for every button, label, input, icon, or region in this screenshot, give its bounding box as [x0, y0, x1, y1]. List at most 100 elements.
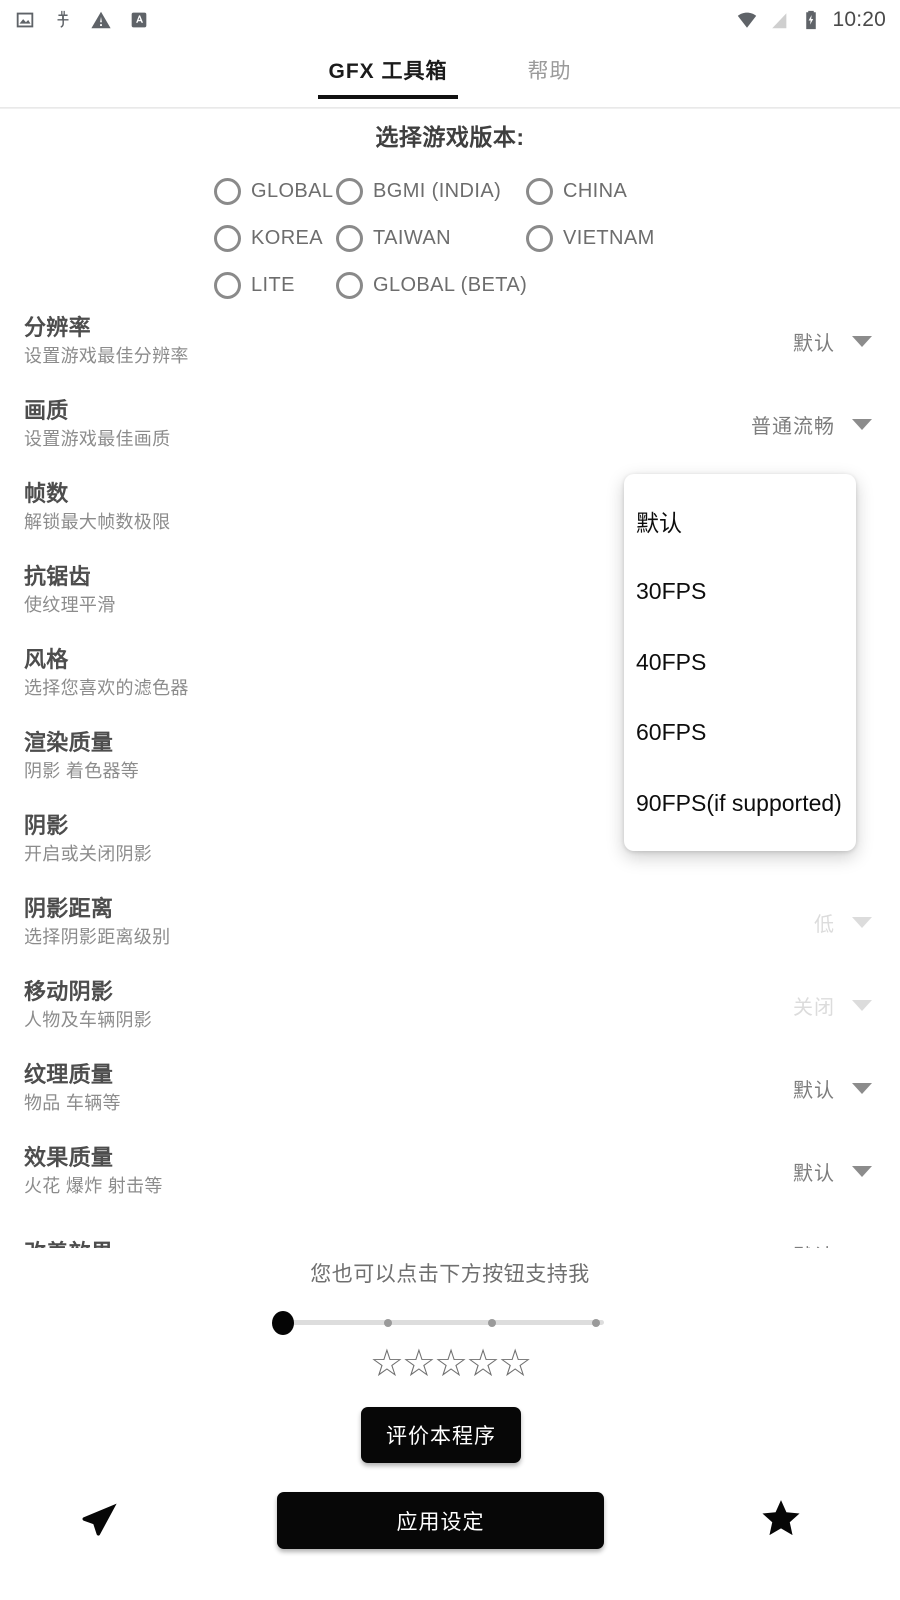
- radio-label: GLOBAL (BETA): [373, 274, 528, 296]
- translate-icon: [128, 9, 150, 31]
- setting-title: 效果质量: [24, 1144, 114, 1170]
- star-icon[interactable]: [760, 1497, 802, 1539]
- version-radio-grid: GLOBAL BGMI (INDIA) CHINA KOREA TAIWAN V…: [0, 168, 900, 309]
- version-radio-row: GLOBAL BGMI (INDIA) CHINA: [0, 168, 900, 215]
- version-selector: 选择游戏版本: GLOBAL BGMI (INDIA) CHINA KOREA …: [0, 118, 900, 309]
- dropdown-item-60fps[interactable]: 60FPS: [624, 698, 856, 769]
- setting-row-resolution[interactable]: 分辨率 设置游戏最佳分辨率 默认: [0, 300, 900, 383]
- setting-row-texture-quality[interactable]: 纹理质量 物品 车辆等 默认: [0, 1047, 900, 1130]
- setting-texts: 画质 设置游戏最佳画质: [24, 398, 751, 451]
- setting-texts: 分辨率 设置游戏最佳分辨率: [24, 315, 793, 368]
- setting-subtitle: 设置游戏最佳画质: [24, 428, 171, 449]
- radio-circle-icon: [526, 178, 553, 205]
- spinner-value: 关闭: [793, 997, 835, 1019]
- spinner-value: 普通流畅: [751, 416, 835, 438]
- star-rating[interactable]: ☆☆☆☆☆: [0, 1345, 900, 1383]
- radio-circle-icon: [526, 225, 553, 252]
- setting-texts: 效果质量 火花 爆炸 射击等: [24, 1145, 793, 1198]
- setting-spinner-effect-quality[interactable]: 默认: [793, 1157, 872, 1186]
- setting-subtitle: 火花 爆炸 射击等: [24, 1175, 163, 1196]
- setting-texts: 纹理质量 物品 车辆等: [24, 1062, 793, 1115]
- dropdown-item-40fps[interactable]: 40FPS: [624, 627, 856, 698]
- tab-bar: GFX 工具箱 帮助: [0, 40, 900, 108]
- tab-divider: [0, 107, 900, 109]
- radio-label: LITE: [251, 274, 295, 296]
- setting-title: 分辨率: [24, 314, 91, 340]
- setting-subtitle: 选择阴影距离级别: [24, 926, 171, 947]
- slider-tick: [592, 1318, 600, 1327]
- image-icon: [14, 9, 36, 31]
- radio-circle-icon: [336, 272, 363, 299]
- radio-option-lite[interactable]: LITE: [214, 272, 336, 299]
- slider-tick: [384, 1318, 392, 1327]
- radio-label: BGMI (INDIA): [373, 180, 502, 202]
- setting-row-moving-shadow[interactable]: 移动阴影 人物及车辆阴影 关闭: [0, 964, 900, 1047]
- radio-label: CHINA: [563, 180, 628, 202]
- dropdown-item-30fps[interactable]: 30FPS: [624, 557, 856, 628]
- setting-texts: 阴影距离 选择阴影距离级别: [24, 896, 814, 949]
- slider-thumb[interactable]: [272, 1311, 294, 1335]
- version-radio-row: KOREA TAIWAN VIETNAM: [0, 215, 900, 262]
- spinner-value: 默认: [793, 1163, 835, 1185]
- status-bar-left-icons: [14, 9, 150, 31]
- radio-label: GLOBAL: [251, 180, 334, 202]
- apply-settings-button[interactable]: 应用设定: [277, 1492, 604, 1549]
- version-selector-title: 选择游戏版本:: [375, 124, 525, 150]
- wifi-icon: [736, 9, 758, 31]
- chevron-down-icon: [852, 336, 872, 347]
- spinner-value: 默认: [793, 1080, 835, 1102]
- chevron-down-icon: [852, 917, 872, 928]
- dropdown-item-90fps[interactable]: 90FPS(if supported): [624, 768, 856, 839]
- setting-subtitle: 人物及车辆阴影: [24, 1009, 153, 1030]
- setting-row-effect-quality[interactable]: 效果质量 火花 爆炸 射击等 默认: [0, 1130, 900, 1213]
- setting-row-shadow-distance[interactable]: 阴影距离 选择阴影距离级别 低: [0, 881, 900, 964]
- setting-spinner-texture-quality[interactable]: 默认: [793, 1074, 872, 1103]
- radio-option-korea[interactable]: KOREA: [214, 225, 336, 252]
- radio-option-bgmi-india[interactable]: BGMI (INDIA): [336, 178, 526, 205]
- chevron-down-icon: [852, 1083, 872, 1094]
- setting-title: 阴影距离: [24, 895, 114, 921]
- app-root: 10:20 GFX 工具箱 帮助 选择游戏版本: GLOBAL BGMI (IN…: [0, 0, 900, 1600]
- bug-icon: [52, 9, 74, 31]
- radio-option-global-beta[interactable]: GLOBAL (BETA): [336, 272, 528, 299]
- slider-track[interactable]: [280, 1320, 604, 1325]
- fps-dropdown-menu[interactable]: 默认 30FPS 40FPS 60FPS 90FPS(if supported): [624, 474, 856, 851]
- spinner-value: 低: [814, 914, 835, 936]
- radio-option-global[interactable]: GLOBAL: [214, 178, 336, 205]
- setting-title: 纹理质量: [24, 1061, 114, 1087]
- dropdown-item-default[interactable]: 默认: [624, 486, 856, 557]
- support-message: 您也可以点击下方按钮支持我: [310, 1263, 590, 1286]
- setting-spinner-shadow-distance[interactable]: 低: [814, 908, 872, 937]
- setting-spinner-moving-shadow[interactable]: 关闭: [793, 991, 872, 1020]
- radio-option-taiwan[interactable]: TAIWAN: [336, 225, 526, 252]
- slider-tick: [488, 1318, 496, 1327]
- setting-texts: 移动阴影 人物及车辆阴影: [24, 979, 793, 1032]
- spinner-value: 默认: [793, 333, 835, 355]
- radio-label: TAIWAN: [373, 227, 451, 249]
- setting-title: 移动阴影: [24, 978, 114, 1004]
- radio-option-vietnam[interactable]: VIETNAM: [526, 225, 686, 252]
- tab-gfx-toolbox[interactable]: GFX 工具箱: [318, 49, 458, 99]
- battery-charging-icon: [800, 9, 822, 31]
- setting-row-graphics[interactable]: 画质 设置游戏最佳画质 普通流畅: [0, 383, 900, 466]
- radio-circle-icon: [336, 178, 363, 205]
- signal-icon: [768, 9, 790, 31]
- radio-option-china[interactable]: CHINA: [526, 178, 686, 205]
- status-bar-right-icons: 10:20: [736, 8, 886, 32]
- support-slider[interactable]: [272, 1308, 612, 1338]
- tab-help[interactable]: 帮助: [518, 49, 582, 99]
- send-icon[interactable]: [79, 1498, 121, 1540]
- radio-circle-icon: [214, 272, 241, 299]
- setting-spinner-resolution[interactable]: 默认: [793, 327, 872, 356]
- radio-label: KOREA: [251, 227, 324, 249]
- rate-app-button[interactable]: 评价本程序: [361, 1407, 521, 1463]
- radio-label: VIETNAM: [563, 227, 655, 249]
- warning-icon: [90, 9, 112, 31]
- setting-title: 画质: [24, 397, 69, 423]
- radio-circle-icon: [214, 225, 241, 252]
- setting-subtitle: 物品 车辆等: [24, 1092, 121, 1113]
- radio-circle-icon: [336, 225, 363, 252]
- chevron-down-icon: [852, 1166, 872, 1177]
- setting-spinner-graphics[interactable]: 普通流畅: [751, 410, 872, 439]
- setting-subtitle: 设置游戏最佳分辨率: [24, 345, 189, 366]
